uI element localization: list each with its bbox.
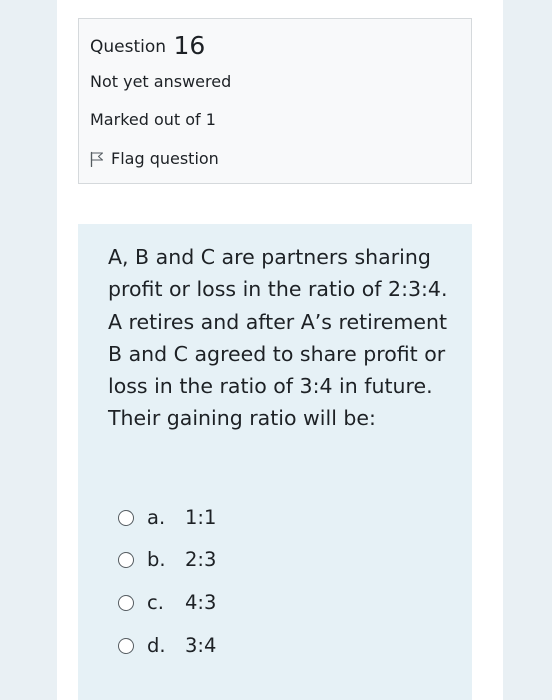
option-text: 3:4 bbox=[185, 634, 217, 657]
flag-icon bbox=[90, 150, 104, 168]
option-letter: a. bbox=[147, 506, 166, 529]
option-text: 1:1 bbox=[185, 506, 217, 529]
radio-button-d[interactable] bbox=[118, 638, 134, 654]
question-number: 16 bbox=[173, 31, 206, 60]
question-content: A, B and C are partners sharing profit o… bbox=[78, 224, 472, 700]
option-letter: b. bbox=[147, 548, 166, 571]
question-grade: Marked out of 1 bbox=[90, 110, 216, 129]
option-text: 4:3 bbox=[185, 591, 217, 614]
option-letter: c. bbox=[147, 591, 164, 614]
flag-question-link[interactable]: Flag question bbox=[90, 147, 219, 171]
question-info-panel: Question 16 Not yet answered Marked out … bbox=[78, 18, 472, 184]
page-margin-left bbox=[0, 0, 57, 700]
radio-button-b[interactable] bbox=[118, 552, 134, 568]
radio-button-a[interactable] bbox=[118, 510, 134, 526]
page-margin-right bbox=[503, 0, 552, 700]
question-heading: Question 16 bbox=[90, 31, 205, 62]
option-letter: d. bbox=[147, 634, 166, 657]
question-state: Not yet answered bbox=[90, 72, 232, 91]
option-text: 2:3 bbox=[185, 548, 217, 571]
question-label: Question bbox=[90, 37, 167, 57]
radio-button-c[interactable] bbox=[118, 595, 134, 611]
question-container: Question 16 Not yet answered Marked out … bbox=[57, 0, 503, 700]
question-text: A, B and C are partners sharing profit o… bbox=[108, 245, 448, 431]
flag-question-label: Flag question bbox=[111, 149, 219, 168]
